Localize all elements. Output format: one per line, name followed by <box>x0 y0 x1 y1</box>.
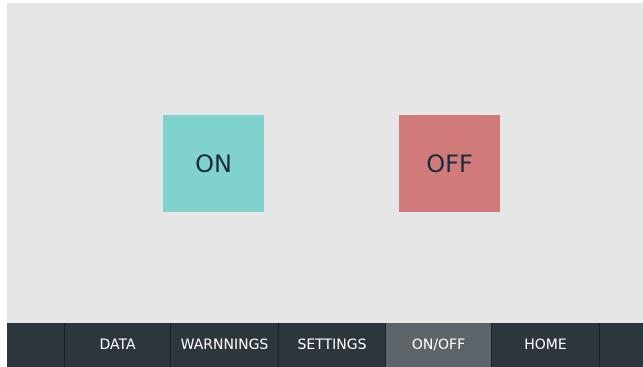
off-button-label: OFF <box>426 149 473 178</box>
on-button-label: ON <box>195 149 232 178</box>
nav-item-home[interactable]: HOME <box>492 323 600 367</box>
nav-item-on-off-label: ON/OFF <box>411 337 466 353</box>
nav-item-settings-label: SETTINGS <box>297 337 367 353</box>
nav-item-settings[interactable]: SETTINGS <box>279 323 386 367</box>
nav-item-data-label: DATA <box>99 337 136 353</box>
nav-spacer-right <box>600 323 643 367</box>
bottom-nav-bar: DATA WARNNINGS SETTINGS ON/OFF HOME <box>7 323 643 367</box>
nav-spacer-left <box>7 323 65 367</box>
on-button[interactable]: ON <box>163 115 264 212</box>
nav-item-data[interactable]: DATA <box>65 323 171 367</box>
nav-item-warnnings-label: WARNNINGS <box>180 337 269 353</box>
nav-item-on-off[interactable]: ON/OFF <box>386 323 492 367</box>
off-button[interactable]: OFF <box>399 115 500 212</box>
nav-item-home-label: HOME <box>524 337 567 353</box>
nav-item-warnnings[interactable]: WARNNINGS <box>171 323 279 367</box>
control-screen: ON OFF DATA WARNNINGS SETTINGS ON/OFF HO… <box>7 3 643 367</box>
